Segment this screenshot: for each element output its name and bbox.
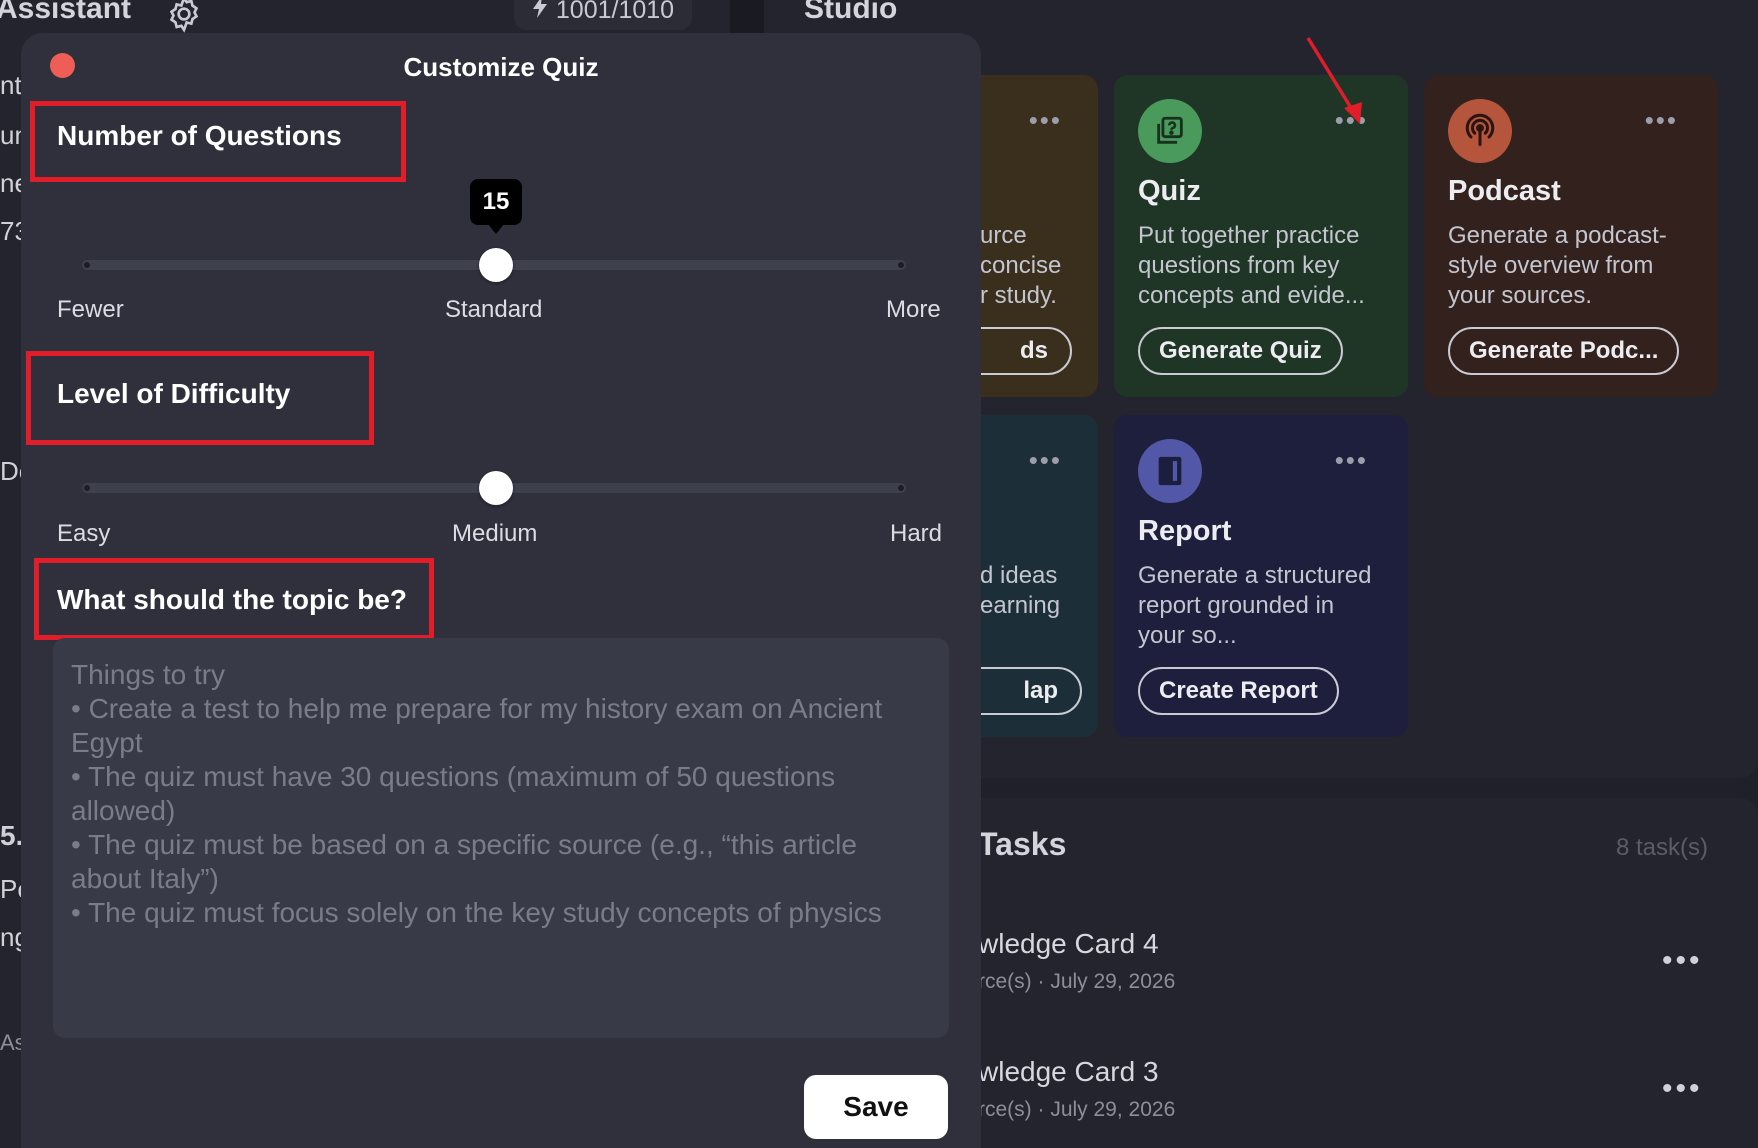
questions-scale-more: More [886, 296, 941, 323]
card-title: Podcast [1448, 175, 1561, 207]
difficulty-scale-hard: Hard [890, 520, 943, 547]
placeholder-line: • The quiz must be based on a specific s… [71, 829, 857, 894]
card-description: Generate a podcast-style overview from y… [1448, 222, 1667, 309]
number-of-questions-label: Number of Questions [57, 120, 342, 151]
credits-badge: 1001/1010 [514, 0, 692, 30]
tasks-title: Tasks [978, 826, 1067, 862]
studio-card-podcast[interactable]: ••• Podcast Generate a podcast-style ove… [1424, 75, 1718, 397]
tasks-count: 8 task(s) [1616, 834, 1709, 861]
more-options-icon[interactable]: ••• [1029, 447, 1062, 473]
card-title: Quiz [1138, 175, 1201, 207]
save-button[interactable]: Save [804, 1075, 948, 1139]
task-row[interactable]: wledge Card 4 rce(s) · July 29, 2026 [978, 928, 1175, 994]
card-description: Put together practice questions from key… [1138, 222, 1365, 309]
more-options-icon[interactable]: ••• [1645, 107, 1678, 133]
placeholder-line: • The quiz must have 30 questions (maxim… [71, 761, 836, 826]
questions-scale-fewer: Fewer [57, 296, 124, 323]
task-more-icon[interactable]: ••• [1662, 944, 1703, 978]
topic-label: What should the topic be? [57, 584, 407, 615]
report-book-icon [1138, 439, 1202, 503]
topic-textarea[interactable]: Things to try • Create a test to help me… [53, 638, 949, 1038]
studio-title: Studio [804, 0, 898, 25]
task-row[interactable]: wledge Card 3 rce(s) · July 29, 2026 [978, 1056, 1175, 1122]
difficulty-slider-thumb[interactable] [479, 471, 513, 505]
difficulty-scale-easy: Easy [57, 520, 111, 547]
placeholder-line: • Create a test to help me prepare for m… [71, 693, 883, 758]
questions-slider-thumb[interactable] [479, 248, 513, 282]
credits-count: 1001/1010 [555, 0, 675, 24]
card-desc-fragment: urce concise r study. [980, 222, 1062, 309]
more-options-icon[interactable]: ••• [1029, 107, 1062, 133]
left-fragment: nt [0, 70, 22, 100]
lightning-icon [532, 0, 548, 25]
modal-title: Customize Quiz [403, 52, 599, 82]
level-of-difficulty-label: Level of Difficulty [57, 378, 291, 409]
more-options-icon[interactable]: ••• [1335, 447, 1368, 473]
left-fragment: 5. [0, 820, 24, 851]
assistant-title: Assistant [0, 0, 132, 25]
questions-scale-standard: Standard [445, 296, 543, 323]
task-more-icon[interactable]: ••• [1662, 1072, 1703, 1106]
placeholder-line: • The quiz must focus solely on the key … [71, 897, 882, 928]
card-description: Generate a structured report grounded in… [1138, 562, 1372, 649]
placeholder-line: Things to try [71, 659, 226, 690]
studio-card-report[interactable]: ••• Report Generate a structured report … [1114, 415, 1408, 737]
create-report-button[interactable]: Create Report [1138, 667, 1339, 715]
quiz-icon [1138, 99, 1202, 163]
card-title: Report [1138, 515, 1232, 547]
slider-value-tooltip: 15 [470, 179, 522, 234]
difficulty-scale-medium: Medium [452, 520, 538, 547]
generate-quiz-button[interactable]: Generate Quiz [1138, 327, 1343, 375]
podcast-icon [1448, 99, 1512, 163]
generate-podcast-button[interactable]: Generate Podc... [1448, 327, 1680, 375]
annotation-arrow-icon [1300, 32, 1370, 133]
card-desc-fragment: d ideas earning [980, 562, 1061, 619]
